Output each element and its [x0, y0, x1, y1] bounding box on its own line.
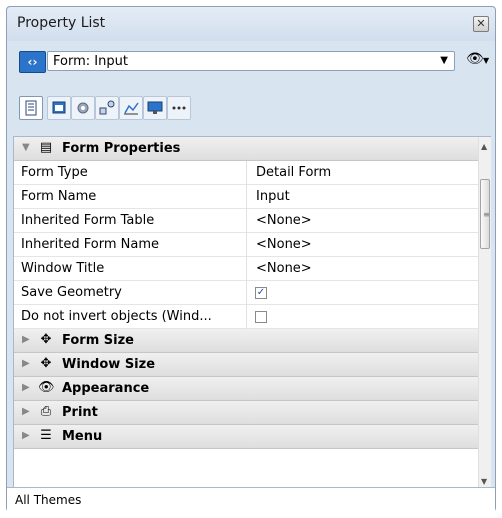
more-icon: [172, 106, 186, 110]
property-row-save-geometry[interactable]: Save Geometry ✓: [14, 281, 478, 305]
status-bar: All Themes: [7, 487, 495, 512]
section-title: Print: [62, 405, 98, 420]
chevron-down-icon[interactable]: ▼: [440, 55, 448, 66]
column-separator: [246, 233, 247, 257]
nav-arrows-button[interactable]: ‹›: [19, 51, 46, 73]
property-name: Form Type: [21, 165, 88, 180]
expand-triangle-icon[interactable]: ▶: [22, 430, 30, 441]
objects-icon: [99, 100, 115, 115]
column-separator: [246, 185, 247, 209]
property-row-form-name[interactable]: Form Name Input: [14, 185, 478, 209]
expand-triangle-icon[interactable]: ▶: [22, 334, 30, 345]
property-value[interactable]: Input: [256, 189, 290, 204]
monitor-icon: [147, 101, 163, 114]
settings-button[interactable]: [71, 96, 95, 120]
property-name: Form Name: [21, 189, 97, 204]
section-appearance[interactable]: ▶ 👁 Appearance: [14, 377, 478, 401]
property-name: Inherited Form Name: [21, 237, 159, 252]
section-title: Menu: [62, 429, 103, 444]
save-geometry-checkbox[interactable]: ✓: [255, 287, 267, 299]
more-button[interactable]: [167, 96, 191, 120]
form-properties-icon: ▤: [39, 140, 53, 155]
section-title: Form Size: [62, 333, 134, 348]
close-button[interactable]: ✕: [473, 16, 489, 32]
chevron-down-icon: ▼: [483, 56, 490, 65]
property-value[interactable]: <None>: [256, 261, 312, 276]
do-not-invert-objects-checkbox[interactable]: [255, 311, 267, 323]
column-separator: [246, 257, 247, 281]
window-title: Property List: [17, 15, 106, 31]
column-separator: [246, 305, 247, 329]
property-name: Inherited Form Table: [21, 213, 155, 228]
property-name: Window Title: [21, 261, 105, 276]
window-size-icon: ✥: [40, 356, 52, 371]
monitor-button[interactable]: [143, 96, 167, 120]
section-title: Appearance: [62, 381, 150, 396]
eye-menu-button[interactable]: 👁 ▼: [466, 51, 496, 71]
property-grid: ▼ ▤ Form Properties Form Type Detail For…: [13, 136, 491, 492]
form-size-icon: ✥: [40, 332, 52, 347]
property-row-do-not-invert-objects[interactable]: Do not invert objects (Wind...: [14, 305, 478, 329]
section-title: Form Properties: [62, 141, 181, 156]
nav-arrows-icon: ‹›: [27, 55, 38, 69]
expand-triangle-icon[interactable]: ▶: [22, 382, 30, 393]
section-form-properties[interactable]: ▼ ▤ Form Properties: [14, 137, 478, 161]
expand-triangle-icon[interactable]: ▶: [22, 406, 30, 417]
form-icon: [52, 101, 66, 114]
title-bar: Property List ✕: [7, 7, 495, 41]
section-form-size[interactable]: ▶ ✥ Form Size: [14, 329, 478, 353]
chart-icon: [124, 102, 139, 115]
section-menu[interactable]: ▶ ☰ Menu: [14, 425, 478, 449]
column-separator: [246, 161, 247, 185]
property-row-form-type[interactable]: Form Type Detail Form: [14, 161, 478, 185]
menu-icon: ☰: [40, 428, 52, 443]
property-row-window-title[interactable]: Window Title <None>: [14, 257, 478, 281]
vertical-scrollbar[interactable]: ▲ ≡ ▼: [478, 137, 491, 491]
property-name: Do not invert objects (Wind...: [21, 309, 212, 324]
property-value[interactable]: <None>: [256, 213, 312, 228]
section-title: Window Size: [62, 357, 156, 372]
form-button[interactable]: [47, 96, 71, 120]
property-name: Save Geometry: [21, 285, 122, 300]
close-icon: ✕: [476, 17, 486, 30]
properties-list-button[interactable]: [19, 96, 43, 120]
section-print[interactable]: ▶ ⎙ Print: [14, 401, 478, 425]
grip-icon: ≡: [483, 210, 490, 219]
scroll-up-icon[interactable]: ▲: [481, 142, 487, 151]
form-select-value: Form: Input: [53, 54, 128, 69]
scroll-thumb[interactable]: ≡: [480, 179, 490, 249]
scroll-down-icon[interactable]: ▼: [481, 477, 487, 486]
objects-button[interactable]: [95, 96, 119, 120]
status-text: All Themes: [15, 493, 82, 507]
eye-icon: 👁: [466, 51, 484, 67]
expand-triangle-icon[interactable]: ▶: [22, 358, 30, 369]
properties-list-icon: [25, 100, 37, 116]
column-separator: [246, 281, 247, 305]
column-separator: [246, 209, 247, 233]
property-row-inherited-form-table[interactable]: Inherited Form Table <None>: [14, 209, 478, 233]
collapse-triangle-icon[interactable]: ▼: [22, 142, 30, 153]
property-value[interactable]: <None>: [256, 237, 312, 252]
section-window-size[interactable]: ▶ ✥ Window Size: [14, 353, 478, 377]
property-list-window: Property List ✕ ‹› Form: Input ▼ 👁 ▼ ▼ ▤…: [6, 6, 496, 512]
property-row-inherited-form-name[interactable]: Inherited Form Name <None>: [14, 233, 478, 257]
appearance-icon: 👁: [38, 380, 55, 395]
property-value[interactable]: Detail Form: [256, 165, 331, 180]
form-select[interactable]: Form: Input ▼: [47, 51, 455, 71]
gear-icon: [77, 102, 89, 114]
print-icon: ⎙: [40, 404, 52, 419]
chart-button[interactable]: [119, 96, 143, 120]
